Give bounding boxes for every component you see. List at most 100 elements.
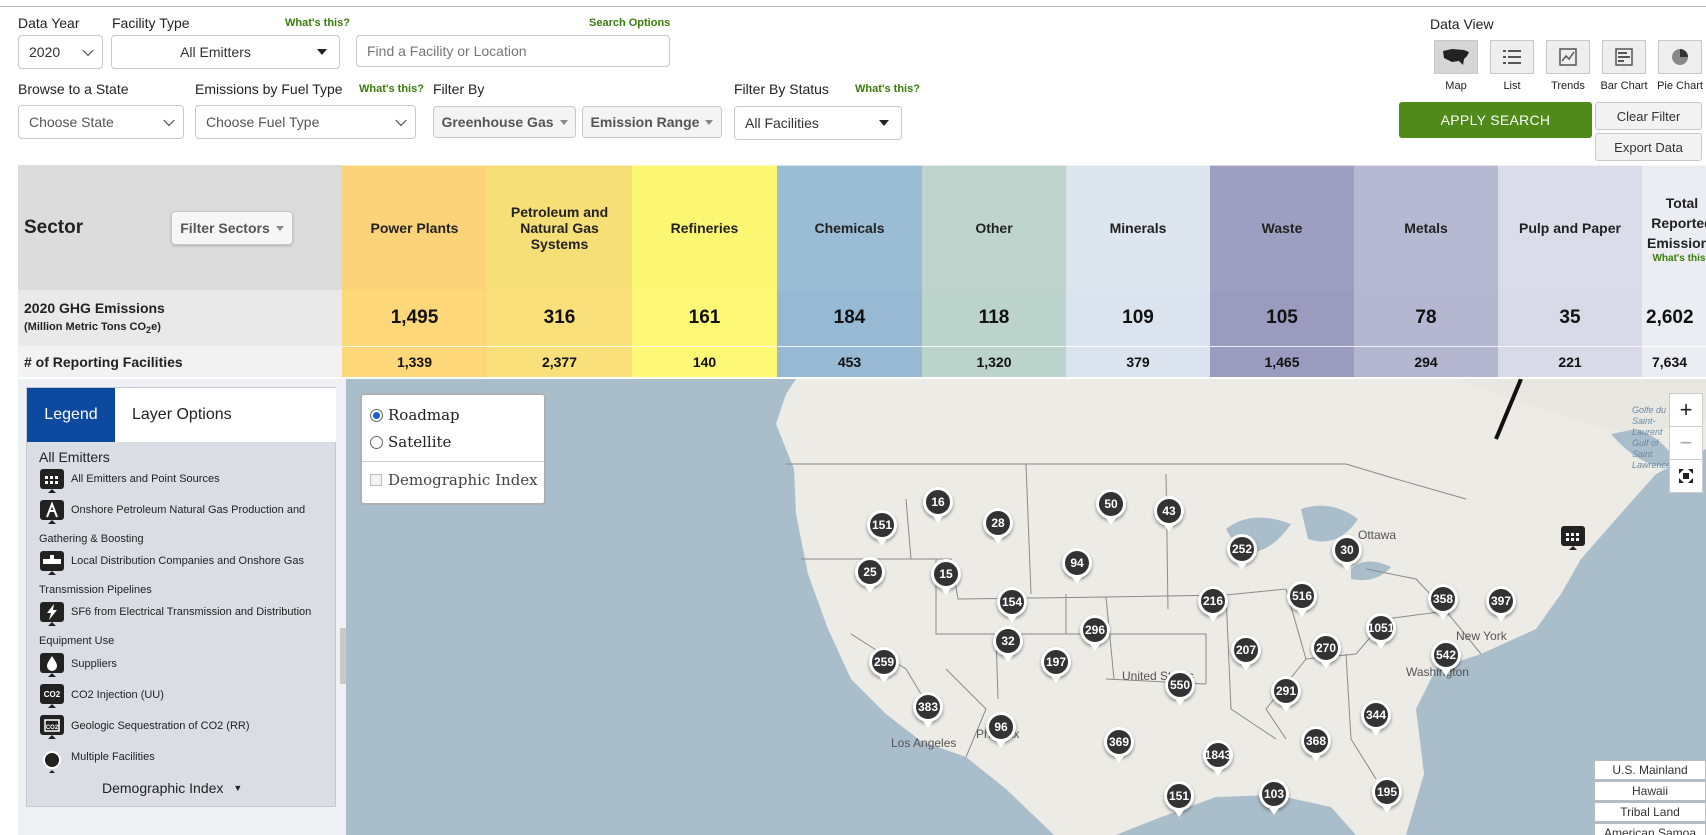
sector-column-petroleum-gas[interactable]: Petroleum and Natural Gas Systems 316 2,… (487, 165, 632, 377)
svg-text:CO2: CO2 (46, 725, 59, 731)
cluster-marker[interactable]: 259 (869, 647, 899, 683)
sector-column-waste[interactable]: Waste 105 1,465 (1210, 165, 1354, 377)
cluster-marker[interactable]: 397 (1486, 586, 1516, 622)
demographic-option[interactable]: Demographic Index (370, 471, 538, 489)
divider (362, 461, 544, 462)
cluster-marker[interactable]: 369 (1104, 727, 1134, 763)
zoom-out-button[interactable]: − (1669, 426, 1703, 460)
cluster-marker[interactable]: 32 (993, 626, 1023, 662)
emission-range-button[interactable]: Emission Range (582, 106, 722, 138)
cluster-marker[interactable]: 30 (1332, 535, 1362, 571)
facility-type-whats-this-link[interactable]: What's this? (285, 17, 350, 29)
cluster-marker[interactable]: 197 (1041, 647, 1071, 683)
clear-filter-button[interactable]: Clear Filter (1595, 102, 1702, 130)
region-american-samoa-button[interactable]: American Samoa (1594, 823, 1706, 835)
sector-facilities: 453 (777, 346, 922, 377)
sector-name: Power Plants (342, 165, 487, 290)
fullscreen-button[interactable] (1669, 459, 1703, 493)
region-us-mainland-button[interactable]: U.S. Mainland (1594, 760, 1706, 780)
zoom-in-button[interactable]: + (1669, 393, 1703, 427)
cluster-marker[interactable]: 195 (1372, 777, 1402, 813)
cluster-marker[interactable]: 94 (1062, 548, 1092, 584)
cluster-marker[interactable]: 344 (1361, 700, 1391, 736)
sector-column-minerals[interactable]: Minerals 109 379 (1066, 165, 1210, 377)
filter-status-whats-this-link[interactable]: What's this? (855, 83, 920, 95)
sector-column-pulp-paper[interactable]: Pulp and Paper 35 221 (1498, 165, 1642, 377)
demographic-index-toggle[interactable]: Demographic Index ▼ (102, 780, 242, 796)
roadmap-option[interactable]: Roadmap (370, 406, 460, 424)
total-whats-this-link[interactable]: What's this? (1652, 253, 1706, 264)
chevron-down-icon (82, 44, 94, 57)
pie-chart-icon (1672, 49, 1688, 65)
bar-chart-view-button[interactable] (1602, 40, 1646, 74)
region-tribal-land-button[interactable]: Tribal Land (1594, 802, 1706, 822)
sector-facilities: 2,377 (487, 346, 632, 377)
facility-type-select[interactable]: All Emitters (111, 35, 340, 69)
data-view-label: Data View (1430, 16, 1494, 32)
list-view-button[interactable] (1490, 40, 1534, 74)
data-year-label: Data Year (18, 15, 80, 31)
sector-name: Refineries (632, 165, 777, 290)
sector-column-power-plants[interactable]: Power Plants 1,495 1,339 (342, 165, 487, 377)
cluster-marker[interactable]: 358 (1428, 584, 1458, 620)
lightning-icon (40, 602, 64, 626)
tab-legend[interactable]: Legend (27, 388, 115, 442)
factory-marker-icon[interactable] (1560, 525, 1586, 551)
cluster-marker[interactable]: 28 (983, 508, 1013, 544)
cluster-marker[interactable]: 16 (923, 487, 953, 523)
pie-chart-view-button[interactable] (1658, 40, 1702, 74)
sector-column-other[interactable]: Other 118 1,320 (922, 165, 1066, 377)
sector-column-metals[interactable]: Metals 78 294 (1354, 165, 1498, 377)
sector-column-chemicals[interactable]: Chemicals 184 453 (777, 165, 922, 377)
search-options-link[interactable]: Search Options (589, 17, 670, 29)
search-input[interactable] (356, 35, 670, 67)
cluster-marker[interactable]: 1051 (1366, 613, 1396, 649)
cluster-marker[interactable]: 550 (1165, 670, 1195, 706)
cluster-marker[interactable]: 216 (1198, 586, 1228, 622)
apply-search-button[interactable]: APPLY SEARCH (1399, 102, 1592, 138)
cluster-marker[interactable]: 43 (1154, 496, 1184, 532)
cluster-marker[interactable]: 207 (1231, 635, 1261, 671)
fuel-type-whats-this-link[interactable]: What's this? (359, 83, 424, 95)
filter-by-label: Filter By (433, 81, 485, 97)
cluster-marker[interactable]: 516 (1287, 581, 1317, 617)
data-year-select[interactable]: 2020 (18, 35, 103, 69)
map-view-button[interactable] (1434, 40, 1478, 74)
sector-name: Petroleum and Natural Gas Systems (487, 165, 632, 290)
filter-status-select[interactable]: All Facilities (734, 106, 902, 140)
cluster-marker[interactable]: 542 (1431, 640, 1461, 676)
tab-layer-options[interactable]: Layer Options (115, 388, 336, 442)
cluster-marker[interactable]: 291 (1271, 676, 1301, 712)
satellite-radio[interactable] (370, 435, 383, 449)
cluster-marker[interactable]: 96 (986, 712, 1016, 748)
cluster-marker[interactable]: 50 (1096, 489, 1126, 525)
cluster-marker[interactable]: 154 (997, 587, 1027, 623)
state-select[interactable]: Choose State (18, 105, 184, 139)
cluster-marker[interactable]: 103 (1259, 779, 1289, 815)
trends-view-label: Trends (1551, 80, 1585, 92)
cluster-marker[interactable]: 270 (1311, 633, 1341, 669)
cluster-marker[interactable]: 368 (1301, 726, 1331, 762)
satellite-option[interactable]: Satellite (370, 433, 451, 451)
cluster-marker[interactable]: 296 (1080, 615, 1110, 651)
region-hawaii-button[interactable]: Hawaii (1594, 781, 1706, 801)
units-suffix: e) (151, 321, 161, 333)
filter-sectors-button[interactable]: Filter Sectors (171, 211, 293, 245)
export-data-button[interactable]: Export Data (1595, 133, 1702, 161)
data-year-value: 2020 (29, 44, 61, 60)
demographic-checkbox[interactable] (370, 474, 382, 486)
greenhouse-gas-button[interactable]: Greenhouse Gas (433, 106, 576, 138)
sector-column-refineries[interactable]: Refineries 161 140 (632, 165, 777, 377)
legend-item-label: All Emitters and Point Sources (71, 473, 220, 485)
cluster-marker[interactable]: 383 (913, 692, 943, 728)
cluster-marker[interactable]: 25 (855, 557, 885, 593)
map-view[interactable]: Ottawa New York United States Phoenix Lo… (346, 379, 1706, 835)
cluster-marker[interactable]: 15 (931, 559, 961, 595)
cluster-marker[interactable]: 151 (1164, 781, 1194, 817)
fuel-type-select[interactable]: Choose Fuel Type (195, 105, 416, 139)
roadmap-radio[interactable] (370, 408, 383, 422)
cluster-marker[interactable]: 252 (1227, 534, 1257, 570)
cluster-marker[interactable]: 1843 (1203, 740, 1233, 776)
cluster-marker[interactable]: 151 (867, 510, 897, 546)
trends-view-button[interactable] (1546, 40, 1590, 74)
